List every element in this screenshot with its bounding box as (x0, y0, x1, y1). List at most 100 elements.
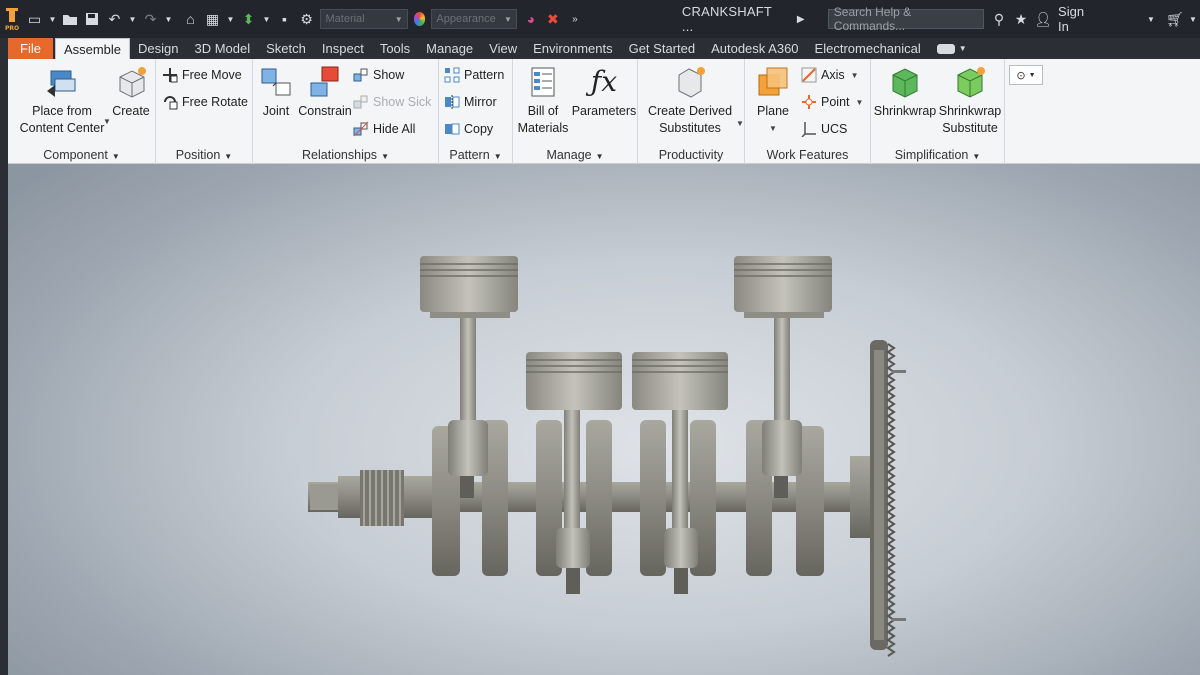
tab-autodesk-a360[interactable]: Autodesk A360 (703, 38, 806, 59)
global-settings-icon[interactable]: ⚙ (297, 7, 315, 31)
user-icon[interactable]: 👤︎ (1034, 7, 1052, 31)
panel-relationships: Joint Constrain Show Show Sick Hide All … (253, 59, 439, 164)
place-label-line1: Place from (32, 104, 92, 118)
tab-inspect[interactable]: Inspect (314, 38, 372, 59)
pattern-label: Pattern (464, 68, 505, 82)
shrinkwrap-button[interactable]: Shrinkwrap (873, 65, 937, 120)
panel-title-simplification[interactable]: Simplification ▼ (871, 148, 1004, 162)
select-icon[interactable]: ▪ (275, 7, 293, 31)
favorites-star-icon[interactable]: ★ (1012, 7, 1030, 31)
show-label: Show (373, 68, 405, 82)
create-derived-substitutes-button[interactable]: Create Derived Substitutes (642, 65, 738, 137)
pattern-button[interactable]: Pattern (444, 65, 504, 85)
panel-title-position[interactable]: Position ▼ (156, 148, 252, 162)
chevron-down-icon: ▼ (958, 44, 967, 53)
new-dropdown-icon[interactable]: ▼ (47, 7, 57, 31)
tab-assemble[interactable]: Assemble (54, 38, 131, 59)
joint-button[interactable]: Joint (257, 65, 295, 120)
panel-title-relationships[interactable]: Relationships ▼ (253, 148, 438, 162)
chevron-down-icon[interactable]: ▼ (851, 71, 859, 80)
axis-button[interactable]: Axis ▼ (801, 65, 859, 85)
show-button[interactable]: Show (353, 65, 404, 85)
copy-button[interactable]: Copy (444, 119, 493, 139)
ribbon-display-toggle[interactable]: ▼ (929, 38, 975, 59)
material-select[interactable]: Material ▼ (320, 9, 408, 29)
redo-dropdown-icon[interactable]: ▼ (163, 7, 173, 31)
place-from-content-center-button[interactable]: Place from Content Center (16, 65, 108, 137)
tab-3d-model[interactable]: 3D Model (187, 38, 259, 59)
product-badge: PRO (5, 25, 19, 32)
chevron-down-icon[interactable]: ▼ (856, 98, 864, 107)
undo-icon[interactable]: ↶ (105, 7, 123, 31)
bill-of-materials-icon (526, 65, 560, 99)
search-expand-icon[interactable]: ▶ (792, 7, 810, 31)
sw-substitute-label-line2: Substitute (942, 121, 998, 135)
panel-title-manage[interactable]: Manage ▼ (513, 148, 637, 162)
shaft-nose (310, 484, 340, 510)
create-component-icon (114, 65, 148, 99)
graphics-viewport[interactable] (8, 164, 1200, 675)
place-label-line2: Content Center (19, 121, 105, 135)
document-title: CRANKSHAFT ... (681, 4, 772, 34)
mirror-label: Mirror (464, 95, 497, 109)
projects-dropdown-icon[interactable]: ▼ (225, 7, 235, 31)
point-icon (801, 94, 817, 110)
shrinkwrap-substitute-button[interactable]: Shrinkwrap Substitute (937, 65, 1003, 137)
tab-design[interactable]: Design (130, 38, 186, 59)
crank-web-5 (640, 420, 666, 576)
satellite-icon[interactable]: ⚲ (990, 7, 1008, 31)
tab-view[interactable]: View (481, 38, 525, 59)
panel-title-pattern[interactable]: Pattern ▼ (439, 148, 512, 162)
undo-dropdown-icon[interactable]: ▼ (127, 7, 137, 31)
tab-file[interactable]: File (8, 38, 53, 59)
shrinkwrap-substitute-icon (953, 65, 987, 99)
appearance-select[interactable]: Appearance ▼ (431, 9, 517, 29)
tab-environments[interactable]: Environments (525, 38, 620, 59)
panel-title-component[interactable]: Component ▼ (8, 148, 155, 162)
cart-dropdown-icon[interactable]: ▼ (1188, 7, 1198, 31)
mirror-button[interactable]: Mirror (444, 92, 497, 112)
tab-manage[interactable]: Manage (418, 38, 481, 59)
redo-icon[interactable]: ↷ (141, 7, 159, 31)
tab-electromechanical[interactable]: Electromechanical (807, 38, 929, 59)
home-icon[interactable]: ⌂ (181, 7, 199, 31)
update-dropdown-icon[interactable]: ▼ (261, 7, 271, 31)
open-folder-icon[interactable] (61, 7, 79, 31)
ucs-button[interactable]: UCS (801, 119, 847, 139)
app-logo[interactable]: PRO (0, 0, 23, 38)
axis-icon (801, 67, 817, 83)
bill-of-materials-button[interactable]: Bill of Materials (516, 65, 570, 137)
tab-tools[interactable]: Tools (372, 38, 418, 59)
clear-appearance-icon[interactable]: ✖ (544, 7, 562, 31)
ribbon-options-button[interactable]: ⊙ ▼ (1009, 65, 1043, 85)
constrain-button[interactable]: Constrain (297, 65, 353, 120)
more-overflow-icon[interactable]: » (566, 7, 584, 31)
update-icon[interactable]: ⬍ (239, 7, 257, 31)
cart-icon[interactable]: 🛒︎ (1166, 7, 1184, 31)
hide-all-icon (353, 121, 369, 137)
adjust-appearance-icon[interactable]: ◕ (522, 7, 540, 31)
create-component-button[interactable]: Create (110, 65, 152, 120)
plane-dropdown-icon[interactable]: ▼ (751, 120, 795, 137)
crankshaft-assembly-model[interactable] (8, 164, 1200, 675)
hide-all-label: Hide All (373, 122, 416, 136)
point-button[interactable]: Point ▼ (801, 92, 863, 112)
place-component-icon (45, 65, 79, 99)
parameters-button[interactable]: ƒx Parameters (571, 65, 637, 120)
hide-all-button[interactable]: Hide All (353, 119, 415, 139)
derived-dropdown-icon[interactable]: ▼ (736, 119, 744, 128)
save-icon[interactable] (83, 7, 101, 31)
copy-label: Copy (464, 122, 494, 136)
sign-in-dropdown-icon[interactable]: ▼ (1146, 7, 1156, 31)
show-sick-button[interactable]: Show Sick (353, 92, 431, 112)
sign-in-link[interactable]: Sign In (1058, 4, 1092, 34)
projects-icon[interactable]: ▦ (203, 7, 221, 31)
free-rotate-button[interactable]: Free Rotate (162, 92, 248, 112)
search-help-input[interactable]: Search Help & Commands... (827, 5, 985, 33)
panel-simplification: Shrinkwrap Shrinkwrap Substitute Simplif… (871, 59, 1005, 164)
tab-get-started[interactable]: Get Started (621, 38, 703, 59)
plane-button[interactable]: Plane ▼ (751, 65, 795, 137)
new-file-icon[interactable]: ▭ (25, 7, 43, 31)
free-move-button[interactable]: Free Move (162, 65, 242, 85)
tab-sketch[interactable]: Sketch (258, 38, 314, 59)
